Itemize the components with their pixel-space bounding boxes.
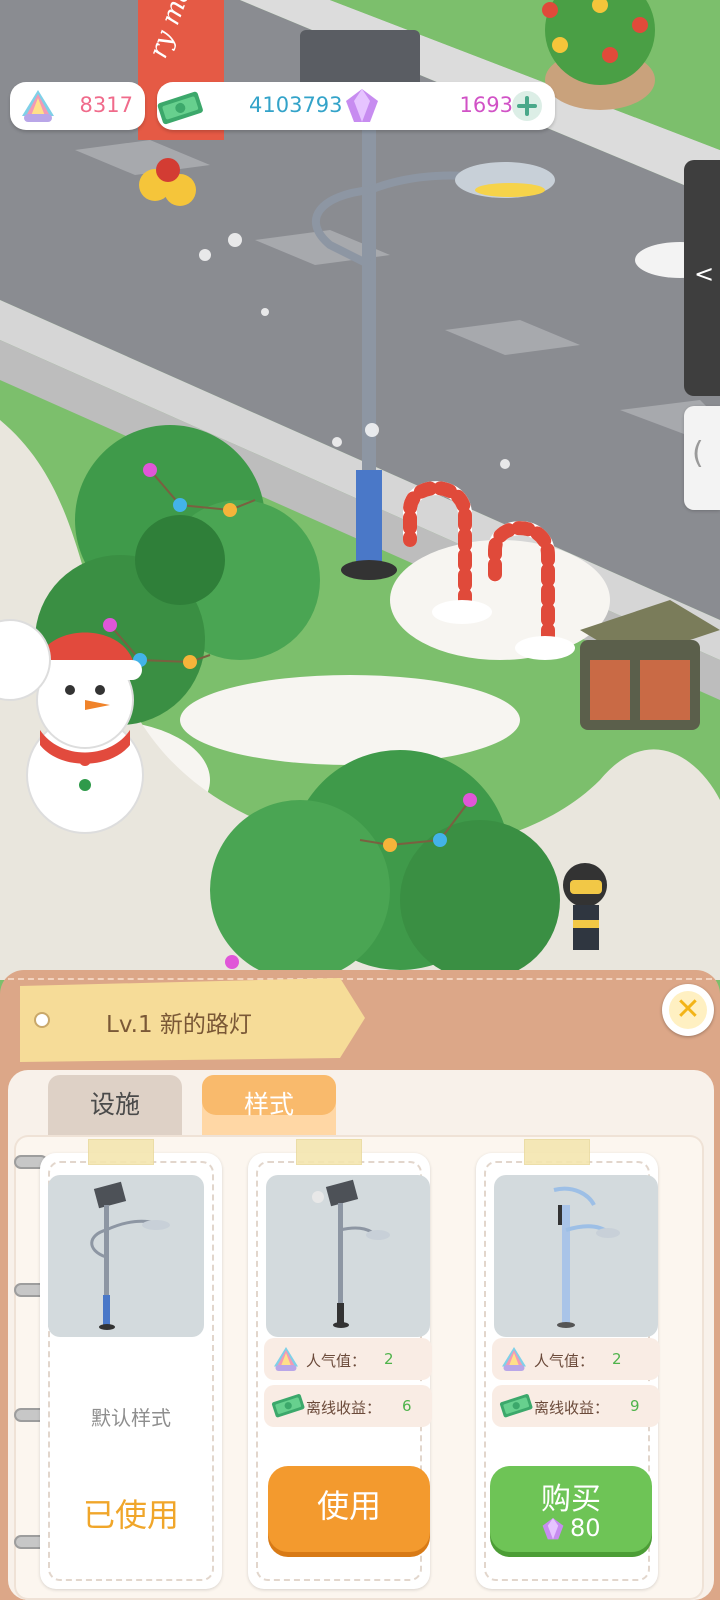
tape: [296, 1139, 362, 1165]
popularity-label: 人气值：: [306, 1352, 367, 1370]
tape: [88, 1139, 154, 1165]
offline-income-value: 6: [402, 1397, 412, 1415]
popularity-label: 人气值：: [534, 1352, 595, 1370]
close-icon: ✕: [669, 991, 707, 1029]
offline-income-value: 9: [630, 1397, 640, 1415]
lamp-preview-3: [494, 1175, 658, 1337]
tab-style-label: 样式: [243, 1090, 294, 1119]
use-button[interactable]: 使用: [268, 1466, 430, 1552]
gem-icon: [346, 89, 378, 122]
cash-count: 4103793: [249, 93, 343, 117]
shell-icon: [274, 1347, 298, 1371]
tab-facility[interactable]: 设施: [48, 1075, 182, 1137]
use-button-label: 使用: [316, 1487, 381, 1525]
tab-facility-label: 设施: [89, 1090, 140, 1119]
panel-title: Lv.1 新的路灯: [106, 1012, 252, 1038]
tape: [524, 1139, 590, 1165]
gem-icon: [542, 1517, 564, 1540]
add-currency-icon[interactable]: [511, 90, 543, 122]
popularity-stat: 人气值： 2: [492, 1338, 660, 1380]
bracket-icon: (: [692, 436, 704, 471]
offline-income-stat: 离线收益： 6: [264, 1385, 432, 1427]
offline-income-label: 离线收益：: [306, 1399, 382, 1417]
cash-gem-currency[interactable]: 4103793 1693: [157, 82, 555, 130]
collapse-side-tab[interactable]: <: [684, 160, 720, 396]
tab-style[interactable]: 样式: [202, 1075, 336, 1137]
buy-price: 80: [570, 1514, 601, 1542]
buy-button[interactable]: 购买 80: [490, 1466, 652, 1552]
expand-side-tab[interactable]: (: [684, 406, 720, 510]
buy-button-label: 购买: [541, 1482, 601, 1517]
lamp-preview-default: [48, 1175, 204, 1337]
shell-icon: [502, 1347, 526, 1371]
default-style-label: 默认样式: [91, 1406, 171, 1430]
popularity-value: 2: [384, 1350, 394, 1368]
lamp-preview-2: [266, 1175, 430, 1337]
gem-count: 1693: [459, 93, 513, 117]
cash-icon: [499, 1394, 533, 1418]
shell-count: 8317: [79, 93, 133, 117]
cash-icon: [271, 1394, 305, 1418]
cash-icon: [157, 91, 203, 125]
chevron-left-icon: <: [694, 260, 715, 288]
popularity-stat: 人气值： 2: [264, 1338, 432, 1380]
offline-income-label: 离线收益：: [534, 1399, 610, 1417]
scene-artwork: ry mas: [0, 0, 720, 980]
offline-income-stat: 离线收益： 9: [492, 1385, 660, 1427]
game-scene[interactable]: ry mas 8317 4103793 1693 < (: [0, 0, 720, 980]
shell-icon: [22, 90, 54, 122]
popularity-value: 2: [612, 1350, 622, 1368]
close-button[interactable]: ✕: [662, 984, 714, 1036]
shell-currency[interactable]: 8317: [10, 82, 145, 130]
in-use-label: 已使用: [82, 1496, 179, 1534]
